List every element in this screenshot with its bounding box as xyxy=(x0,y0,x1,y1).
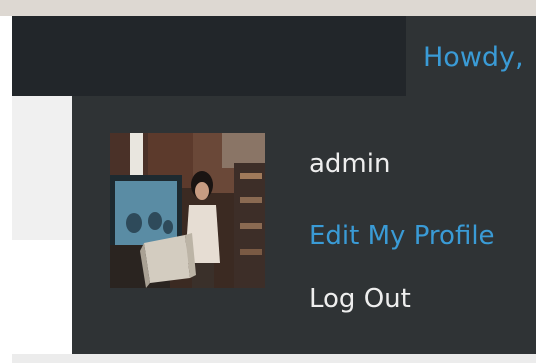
page-left-edge xyxy=(0,16,12,363)
edit-profile-link[interactable]: Edit My Profile xyxy=(309,217,495,255)
logout-link[interactable]: Log Out xyxy=(309,280,411,318)
howdy-greeting[interactable]: Howdy, xyxy=(423,40,524,76)
page-bottom-edge xyxy=(12,354,536,363)
page-content-area-lower xyxy=(12,240,72,363)
browser-top-edge xyxy=(0,0,536,16)
user-avatar-photo[interactable] xyxy=(110,133,265,288)
page: Howdy, admin Edit My Profile Log Out xyxy=(0,0,536,363)
user-display-name[interactable]: admin xyxy=(309,145,390,183)
page-content-area xyxy=(12,96,72,240)
